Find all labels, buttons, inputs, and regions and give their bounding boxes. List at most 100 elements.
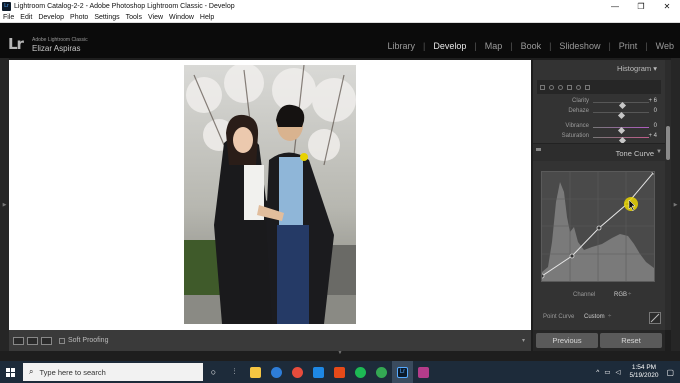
crop-tool-icon[interactable] bbox=[540, 84, 545, 90]
timeline-button[interactable]: ⫶ bbox=[224, 361, 245, 383]
dehaze-track[interactable] bbox=[593, 111, 649, 120]
histogram-label: Histogram bbox=[616, 64, 652, 73]
lightroom-button[interactable]: Lr bbox=[392, 361, 413, 383]
menu-view[interactable]: View bbox=[148, 14, 163, 21]
tone-curve-label: Tone Curve bbox=[615, 149, 654, 158]
radial-filter-icon[interactable] bbox=[576, 84, 581, 90]
taskbar-search[interactable]: ⌕ Type here to search bbox=[23, 363, 203, 381]
adjustment-brush-icon[interactable] bbox=[585, 84, 590, 90]
office-button[interactable] bbox=[329, 361, 350, 383]
graduated-filter-icon[interactable] bbox=[567, 84, 572, 90]
start-button[interactable] bbox=[0, 361, 20, 383]
menu-develop[interactable]: Develop bbox=[38, 14, 64, 21]
point-curve-select[interactable]: Custom bbox=[584, 314, 605, 320]
dehaze-value[interactable]: 0 bbox=[654, 108, 657, 114]
previous-button[interactable]: Previous bbox=[536, 333, 598, 348]
module-slideshow[interactable]: Slideshow bbox=[559, 41, 600, 51]
app-icon: Lr bbox=[2, 1, 11, 11]
spotify-button[interactable] bbox=[350, 361, 371, 383]
channel-select[interactable]: RGB bbox=[614, 292, 627, 298]
clock-date: 5/19/2020 bbox=[629, 372, 659, 379]
histogram-header[interactable]: Histogram ▾ bbox=[617, 64, 657, 73]
photo-image bbox=[184, 65, 356, 324]
notification-icon[interactable]: ▢ bbox=[666, 368, 674, 377]
system-tray: ^ ▭ ◁ 1:54 PM 5/19/2020 ▢ bbox=[596, 361, 680, 383]
soft-proofing-label: Soft Proofing bbox=[68, 337, 109, 344]
module-map[interactable]: Map bbox=[485, 41, 503, 51]
module-book[interactable]: Book bbox=[521, 41, 542, 51]
mail-button[interactable] bbox=[308, 361, 329, 383]
expand-filmstrip-arrow-icon[interactable]: ▼ bbox=[338, 350, 343, 356]
tone-curve-svg[interactable] bbox=[542, 172, 654, 281]
tone-curve-graph[interactable] bbox=[541, 171, 655, 282]
module-web[interactable]: Web bbox=[656, 41, 674, 51]
user-name: Elizar Aspiras bbox=[32, 44, 81, 53]
presentation-button[interactable] bbox=[413, 361, 434, 383]
image-canvas[interactable] bbox=[9, 60, 531, 330]
module-develop[interactable]: Develop bbox=[433, 41, 466, 51]
menu-photo[interactable]: Photo bbox=[70, 14, 88, 21]
loupe-view-icon[interactable] bbox=[13, 336, 24, 345]
curve-point[interactable] bbox=[569, 253, 575, 259]
task-view-button[interactable]: ○ bbox=[203, 361, 224, 383]
maximize-button[interactable]: ❐ bbox=[628, 2, 654, 11]
menu-window[interactable]: Window bbox=[169, 14, 194, 21]
expand-left-arrow-icon[interactable]: ▶ bbox=[0, 202, 9, 208]
module-separator: | bbox=[510, 41, 513, 51]
dehaze-slider-row: Dehaze 0 bbox=[533, 108, 665, 120]
close-button[interactable]: ✕ bbox=[654, 2, 680, 11]
menu-file[interactable]: File bbox=[3, 14, 14, 21]
vibrance-track[interactable] bbox=[593, 126, 649, 135]
vibrance-slider-row: Vibrance 0 bbox=[533, 123, 665, 135]
left-panel-collapsed[interactable]: ▶ bbox=[0, 58, 9, 356]
toolbar-menu-icon[interactable]: ▾ bbox=[522, 337, 525, 344]
menu-tools[interactable]: Tools bbox=[126, 14, 142, 21]
curve-edit-icon[interactable] bbox=[649, 312, 661, 324]
photo-preview[interactable] bbox=[184, 65, 356, 324]
network-icon[interactable]: ▭ bbox=[604, 368, 610, 376]
vibrance-value[interactable]: 0 bbox=[654, 123, 657, 129]
channel-dropdown-icon[interactable]: ÷ bbox=[628, 292, 631, 298]
saturation-slider-row: Saturation + 4 bbox=[533, 133, 665, 145]
clarity-value[interactable]: + 6 bbox=[648, 98, 657, 104]
curve-point[interactable] bbox=[596, 225, 602, 231]
chrome-icon bbox=[292, 366, 303, 378]
presentation-icon bbox=[418, 366, 429, 378]
volume-icon[interactable]: ◁ bbox=[616, 368, 621, 376]
file-explorer-button[interactable] bbox=[245, 361, 266, 383]
browser-button[interactable] bbox=[266, 361, 287, 383]
mail-icon bbox=[313, 366, 324, 378]
chrome-alt-button[interactable] bbox=[371, 361, 392, 383]
minimize-button[interactable]: — bbox=[602, 2, 628, 11]
module-separator: | bbox=[645, 41, 648, 51]
soft-proofing-checkbox[interactable] bbox=[59, 337, 65, 344]
reset-button[interactable]: Reset bbox=[600, 333, 662, 348]
collapse-right-arrow-icon[interactable]: ▶ bbox=[671, 202, 680, 208]
point-curve-dropdown-icon[interactable]: ÷ bbox=[608, 314, 611, 320]
menu-settings[interactable]: Settings bbox=[94, 14, 119, 21]
module-print[interactable]: Print bbox=[619, 41, 638, 51]
lightroom-icon: Lr bbox=[397, 366, 408, 378]
module-library[interactable]: Library bbox=[387, 41, 415, 51]
menu-edit[interactable]: Edit bbox=[20, 14, 32, 21]
spot-removal-icon[interactable] bbox=[549, 84, 554, 90]
tone-curve-header[interactable]: Tone Curve ▼ bbox=[533, 143, 665, 161]
before-after-view-icon[interactable] bbox=[27, 336, 38, 345]
office-icon bbox=[334, 366, 345, 378]
collapse-triangle-icon[interactable]: ▼ bbox=[656, 149, 662, 155]
tray-chevron-icon[interactable]: ^ bbox=[596, 369, 599, 376]
clarity-track[interactable] bbox=[593, 101, 649, 110]
saturation-value[interactable]: + 4 bbox=[648, 133, 657, 139]
panel-toggle-icon[interactable] bbox=[536, 148, 541, 151]
menu-help[interactable]: Help bbox=[200, 14, 214, 21]
dehaze-knob[interactable] bbox=[617, 111, 625, 120]
filmstrip-toggle[interactable]: ▼ bbox=[0, 351, 680, 356]
clock[interactable]: 1:54 PM 5/19/2020 bbox=[630, 364, 659, 380]
reference-view-icon[interactable] bbox=[41, 336, 52, 345]
chrome-button[interactable] bbox=[287, 361, 308, 383]
curve-point[interactable] bbox=[542, 273, 545, 279]
scrollbar-thumb[interactable] bbox=[666, 126, 670, 160]
right-panel-edge[interactable]: ▶ bbox=[671, 58, 680, 356]
red-eye-icon[interactable] bbox=[558, 84, 563, 90]
saturation-track[interactable] bbox=[593, 136, 649, 145]
